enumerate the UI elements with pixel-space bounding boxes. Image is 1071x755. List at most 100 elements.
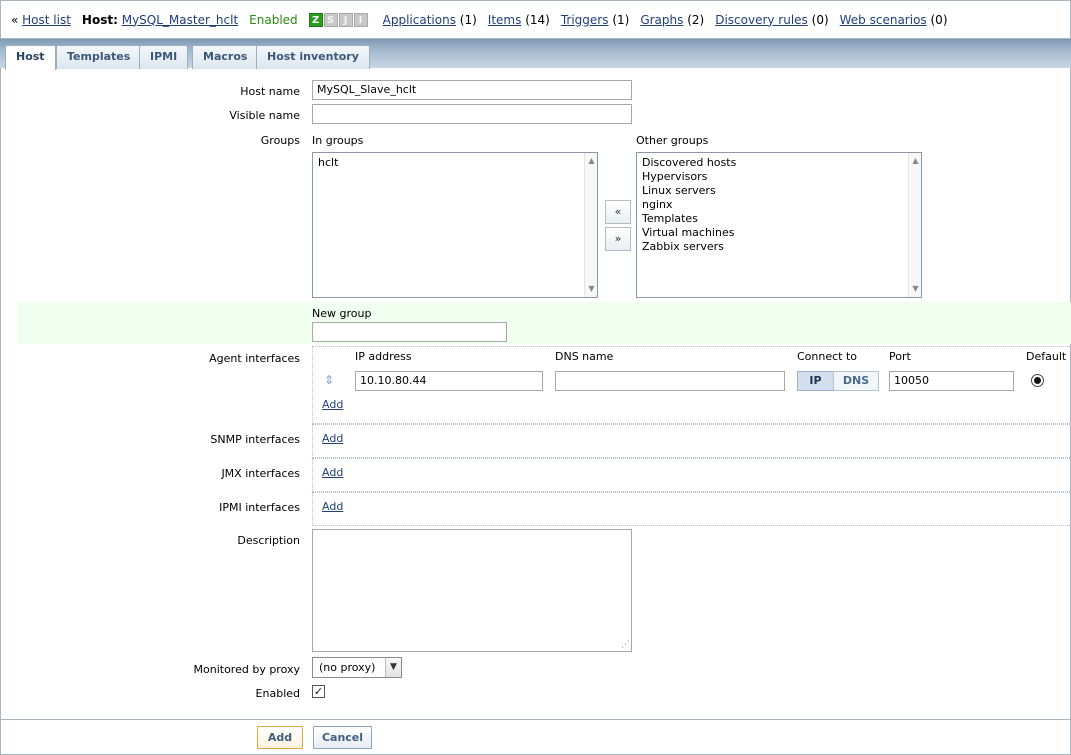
tab-ipmi[interactable]: IPMI xyxy=(139,45,189,69)
back-arrow-icon: « xyxy=(11,12,23,27)
list-item[interactable]: Hypervisors xyxy=(642,170,916,184)
list-item[interactable]: Linux servers xyxy=(642,184,916,198)
jmx-interfaces-box xyxy=(312,458,1071,492)
port-header: Port xyxy=(889,350,911,363)
move-to-other-groups-button[interactable]: » xyxy=(605,227,631,251)
snmp-interfaces-box xyxy=(312,424,1071,458)
list-item[interactable]: Zabbix servers xyxy=(642,240,916,254)
host-name-display: Host: MySQL_Master_hclt xyxy=(82,13,238,27)
host-label: Host: xyxy=(81,12,118,27)
applications-link[interactable]: Applications xyxy=(383,13,456,27)
list-item[interactable]: hclt xyxy=(318,156,592,170)
agent-interfaces-label: Agent interfaces xyxy=(209,352,300,365)
discovery-nav[interactable]: Discovery rules (0) xyxy=(715,13,828,27)
scroll-down-icon[interactable]: ▼ xyxy=(585,283,598,295)
snmp-interfaces-label: SNMP interfaces xyxy=(210,433,300,446)
new-group-input[interactable] xyxy=(312,322,507,342)
host-list-breadcrumb[interactable]: « Host list xyxy=(11,13,71,27)
host-name-label: Host name xyxy=(240,85,300,98)
tab-host-inventory[interactable]: Host inventory xyxy=(256,45,370,69)
resize-grip-icon[interactable]: ⋰ xyxy=(621,640,630,650)
move-to-in-groups-button[interactable]: « xyxy=(605,200,631,224)
agent-ip-input[interactable]: 10.10.80.44 xyxy=(355,371,543,391)
connect-to-header: Connect to xyxy=(797,350,858,363)
other-groups-listbox[interactable]: Discovered hosts Hypervisors Linux serve… xyxy=(636,152,922,298)
dns-name-header: DNS name xyxy=(555,350,614,363)
availability-icons: Z S J I xyxy=(308,12,368,27)
zabbix-agent-icon: Z xyxy=(308,12,323,27)
ipmi-interfaces-box xyxy=(312,492,1071,526)
list-item[interactable]: Discovered hosts xyxy=(642,156,916,170)
ipmi-interfaces-label: IPMI interfaces xyxy=(219,501,300,514)
graphs-count: (2) xyxy=(687,12,705,27)
host-header-bar: « Host list Host: MySQL_Master_hclt Enab… xyxy=(0,0,1071,38)
other-groups-label: Other groups xyxy=(636,134,709,147)
list-item[interactable]: Virtual machines xyxy=(642,226,916,240)
add-agent-interface-link[interactable]: Add xyxy=(322,398,343,411)
triggers-nav[interactable]: Triggers (1) xyxy=(561,13,629,27)
tab-bar: Host Templates IPMI Macros Host inventor… xyxy=(0,38,1071,70)
applications-count: (1) xyxy=(459,12,477,27)
tab-templates[interactable]: Templates xyxy=(56,45,142,69)
monitored-by-proxy-label: Monitored by proxy xyxy=(193,663,300,676)
snmp-icon: S xyxy=(323,12,338,27)
discovery-rules-link[interactable]: Discovery rules xyxy=(715,13,808,27)
agent-dns-input[interactable] xyxy=(555,371,785,391)
chevron-down-icon[interactable]: ▼ xyxy=(385,658,401,677)
enabled-checkbox[interactable]: ✓ xyxy=(312,685,325,698)
form-footer: Add Cancel xyxy=(0,719,1071,755)
web-count: (0) xyxy=(930,12,948,27)
default-interface-radio[interactable] xyxy=(1031,374,1044,387)
scrollbar[interactable]: ▲ ▼ xyxy=(584,153,597,297)
triggers-link[interactable]: Triggers xyxy=(561,13,609,27)
add-button[interactable]: Add xyxy=(257,726,303,749)
enabled-label: Enabled xyxy=(255,687,300,700)
list-item[interactable]: Templates xyxy=(642,212,916,226)
ipmi-icon: I xyxy=(353,12,368,27)
items-link[interactable]: Items xyxy=(488,13,522,27)
host-form: Host name MySQL_Slave_hclt Visible name … xyxy=(0,68,1071,719)
in-groups-label: In groups xyxy=(312,134,364,147)
list-item[interactable]: nginx xyxy=(642,198,916,212)
scrollbar[interactable]: ▲ ▼ xyxy=(908,153,921,297)
connect-ip-button[interactable]: IP xyxy=(797,371,834,391)
proxy-select-value: (no proxy) xyxy=(319,661,376,674)
triggers-count: (1) xyxy=(612,12,630,27)
visible-name-input[interactable] xyxy=(312,104,632,124)
visible-name-label: Visible name xyxy=(229,109,300,122)
in-groups-listbox[interactable]: hclt ▲ ▼ xyxy=(312,152,598,298)
cancel-button[interactable]: Cancel xyxy=(313,726,372,749)
new-group-row xyxy=(17,302,1071,344)
ip-address-header: IP address xyxy=(355,350,412,363)
discovery-count: (0) xyxy=(811,12,829,27)
add-jmx-interface-link[interactable]: Add xyxy=(322,466,343,479)
applications-nav[interactable]: Applications (1) xyxy=(383,13,477,27)
web-nav[interactable]: Web scenarios (0) xyxy=(840,13,948,27)
description-label: Description xyxy=(237,534,300,547)
jmx-interfaces-label: JMX interfaces xyxy=(221,467,300,480)
default-header: Default xyxy=(1026,350,1067,363)
agent-port-input[interactable]: 10050 xyxy=(889,371,1014,391)
tab-host[interactable]: Host xyxy=(5,45,56,70)
proxy-select[interactable]: (no proxy) ▼ xyxy=(312,657,402,678)
groups-label: Groups xyxy=(260,134,300,147)
drag-handle-icon[interactable]: ⇕ xyxy=(324,373,334,387)
host-name-input[interactable]: MySQL_Slave_hclt xyxy=(312,80,632,100)
host-list-link[interactable]: Host list xyxy=(22,13,71,27)
graphs-link[interactable]: Graphs xyxy=(640,13,683,27)
graphs-nav[interactable]: Graphs (2) xyxy=(640,13,704,27)
add-ipmi-interface-link[interactable]: Add xyxy=(322,500,343,513)
tab-macros[interactable]: Macros xyxy=(192,45,259,69)
items-nav[interactable]: Items (14) xyxy=(488,13,550,27)
scroll-down-icon[interactable]: ▼ xyxy=(909,283,922,295)
add-snmp-interface-link[interactable]: Add xyxy=(322,432,343,445)
description-textarea[interactable]: ⋰ xyxy=(312,529,632,652)
web-scenarios-link[interactable]: Web scenarios xyxy=(840,13,927,27)
jmx-icon: J xyxy=(338,12,353,27)
host-name-link[interactable]: MySQL_Master_hclt xyxy=(122,13,238,27)
host-status: Enabled xyxy=(249,12,298,27)
scroll-up-icon[interactable]: ▲ xyxy=(585,155,598,167)
connect-dns-button[interactable]: DNS xyxy=(833,371,879,391)
items-count: (14) xyxy=(525,12,550,27)
scroll-up-icon[interactable]: ▲ xyxy=(909,155,922,167)
